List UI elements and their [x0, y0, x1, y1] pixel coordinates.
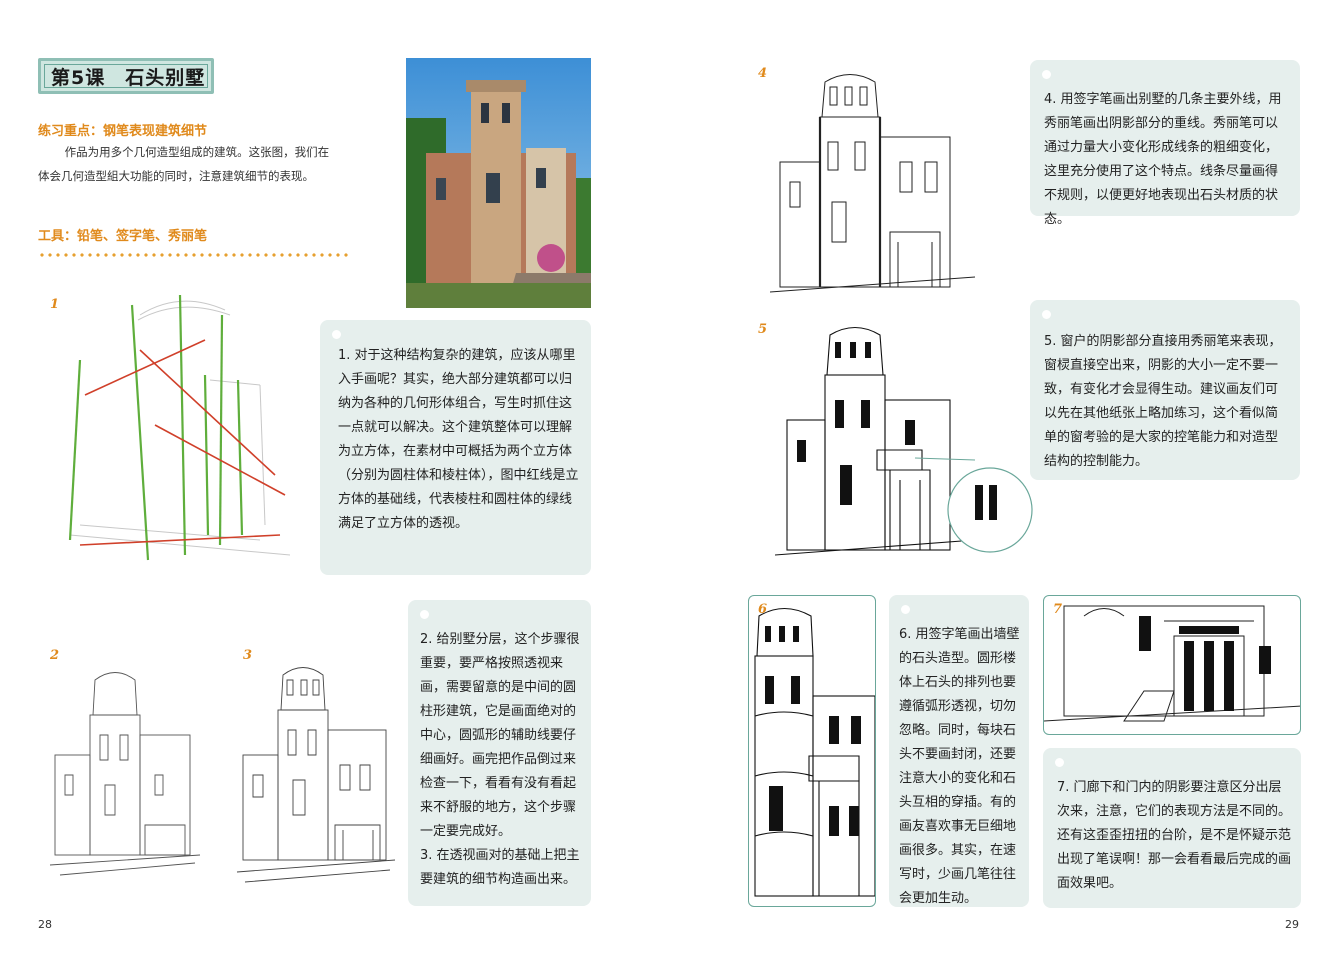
- step-1-sketch: [60, 285, 300, 575]
- step-3-text: 3. 在透视画对的基础上把主要建筑的细节构造画出来。: [420, 848, 580, 887]
- step-1-text: 1. 对于这种结构复杂的建筑，应该从哪里入手画呢？其实，绝大部分建筑都可以归纳为…: [338, 348, 579, 531]
- step-4-textbox: 4. 用签字笔画出别墅的几条主要外线，用秀丽笔画出阴影部分的重线。秀丽笔可以通过…: [1030, 60, 1300, 227]
- step-1-textbox: 1. 对于这种结构复杂的建筑，应该从哪里入手画呢？其实，绝大部分建筑都可以归纳为…: [320, 320, 591, 575]
- step-2-sketch: [45, 665, 205, 890]
- box-dot: [1042, 310, 1051, 319]
- dotted-divider: [38, 253, 352, 257]
- villa-photo: [406, 58, 591, 308]
- step-4-number: 4: [758, 66, 768, 81]
- step-5-sketch: [775, 320, 1040, 565]
- tools-label: 工具：铅笔、签字笔、秀丽笔: [38, 229, 208, 244]
- box-dot: [1055, 758, 1064, 767]
- step-6-number: 6: [758, 602, 768, 617]
- step-7-text: 7. 门廊下和门内的阴影要注意区分出层次来，注意，它们的表现方法是不同的。还有这…: [1057, 780, 1292, 891]
- step-4-text: 4. 用签字笔画出别墅的几条主要外线，用秀丽笔画出阴影部分的重线。秀丽笔可以通过…: [1044, 92, 1282, 227]
- page-number-right: 29: [1285, 918, 1299, 931]
- step-7-number: 7: [1053, 602, 1063, 617]
- step-2-text: 2. 给别墅分层，这个步骤很重要，要严格按照透视来画，需要留意的是中间的圆柱形建…: [420, 632, 580, 839]
- page-number-left: 28: [38, 918, 52, 931]
- focus-text-line2: 体会几何造型組大功能的同时，注意建筑细节的表现。: [38, 169, 314, 183]
- step-7-frame: [1043, 595, 1301, 735]
- step-6-textbox: 6. 用签字笔画出墙壁的石头造型。圆形楼体上石头的排列也要遵循弧形透视，切勿忽略…: [889, 595, 1029, 907]
- step-2-number: 2: [50, 648, 60, 663]
- box-dot: [332, 330, 341, 339]
- step-6-text: 6. 用签字笔画出墙壁的石头造型。圆形楼体上石头的排列也要遵循弧形透视，切勿忽略…: [899, 627, 1020, 906]
- focus-label: 练习重点：钢笔表现建筑细节: [38, 124, 208, 139]
- box-dot: [901, 605, 910, 614]
- focus-text: 作品为用多个几何造型组成的建筑。这张图，我们在 体会几何造型組大功能的同时，注意…: [38, 140, 378, 188]
- box-dot: [420, 610, 429, 619]
- step-5-number: 5: [758, 322, 768, 337]
- step-3-sketch: [235, 660, 400, 890]
- lesson-title: 第5课 石头别墅: [44, 64, 208, 89]
- step-6-frame: [748, 595, 876, 907]
- step-5-text: 5. 窗户的阴影部分直接用秀丽笔来表现，窗棂直接空出来，阴影的大小一定不要一致，…: [1044, 334, 1282, 469]
- step-5-textbox: 5. 窗户的阴影部分直接用秀丽笔来表现，窗棂直接空出来，阴影的大小一定不要一致，…: [1030, 300, 1300, 480]
- focus-text-line1: 作品为用多个几何造型组成的建筑。这张图，我们在: [38, 145, 330, 159]
- box-dot: [1042, 70, 1051, 79]
- step-4-sketch: [770, 62, 980, 302]
- step-2-3-textbox: 2. 给别墅分层，这个步骤很重要，要严格按照透视来画，需要留意的是中间的圆柱形建…: [408, 600, 591, 906]
- lesson-title-banner: 第5课 石头别墅: [38, 58, 214, 94]
- step-7-textbox: 7. 门廊下和门内的阴影要注意区分出层次来，注意，它们的表现方法是不同的。还有这…: [1043, 748, 1301, 908]
- step-1-number: 1: [50, 297, 60, 312]
